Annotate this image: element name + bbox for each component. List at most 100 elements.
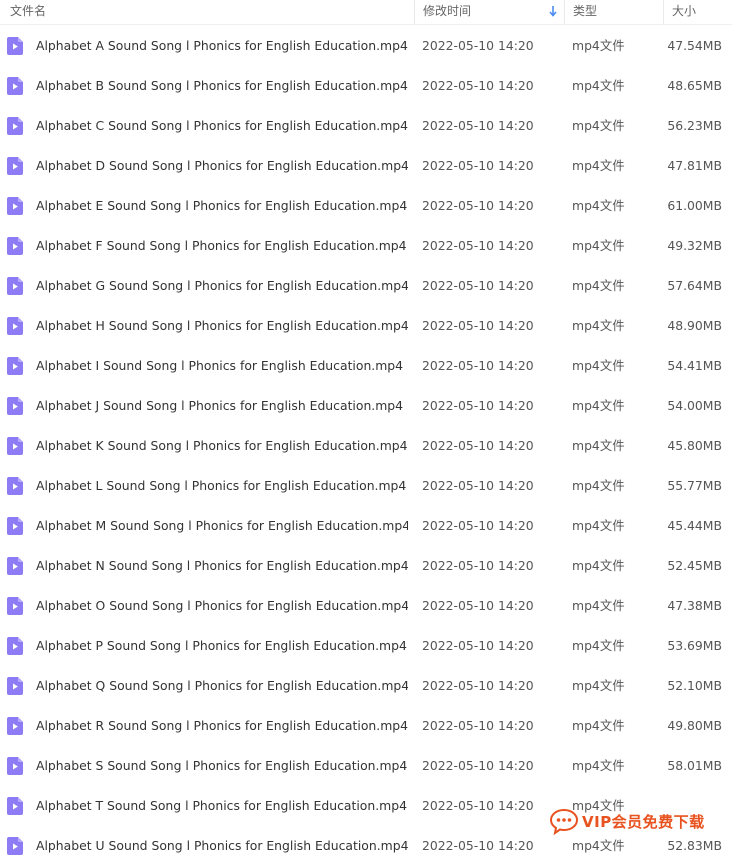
file-name[interactable]: Alphabet H Sound Song l Phonics for Engl… <box>36 306 408 346</box>
file-row[interactable]: Alphabet D Sound Song l Phonics for Engl… <box>0 146 732 186</box>
file-modified-date: 2022-05-10 14:20 <box>422 198 534 213</box>
file-modified-date: 2022-05-10 14:20 <box>422 478 534 493</box>
file-row[interactable]: Alphabet O Sound Song l Phonics for Engl… <box>0 586 732 626</box>
video-file-icon <box>7 717 23 735</box>
file-row[interactable]: Alphabet A Sound Song l Phonics for Engl… <box>0 26 732 66</box>
file-name[interactable]: Alphabet I Sound Song l Phonics for Engl… <box>36 346 408 386</box>
file-modified-date: 2022-05-10 14:20 <box>422 718 534 733</box>
file-type: mp4文件 <box>572 318 625 333</box>
video-file-icon <box>7 317 23 335</box>
file-name[interactable]: Alphabet Q Sound Song l Phonics for Engl… <box>36 666 408 706</box>
file-modified-date: 2022-05-10 14:20 <box>422 318 534 333</box>
file-modified-date: 2022-05-10 14:20 <box>422 598 534 613</box>
file-type: mp4文件 <box>572 478 625 493</box>
file-row[interactable]: Alphabet M Sound Song l Phonics for Engl… <box>0 506 732 546</box>
file-name[interactable]: Alphabet P Sound Song l Phonics for Engl… <box>36 626 408 666</box>
file-name[interactable]: Alphabet K Sound Song l Phonics for Engl… <box>36 426 408 466</box>
file-row[interactable]: Alphabet L Sound Song l Phonics for Engl… <box>0 466 732 506</box>
file-modified-date: 2022-05-10 14:20 <box>422 438 534 453</box>
file-name[interactable]: Alphabet E Sound Song l Phonics for Engl… <box>36 186 408 226</box>
file-size: 56.23MB <box>667 118 722 133</box>
file-name[interactable]: Alphabet R Sound Song l Phonics for Engl… <box>36 706 408 746</box>
video-file-icon <box>7 837 23 855</box>
file-modified-date: 2022-05-10 14:20 <box>422 798 534 813</box>
file-modified-date: 2022-05-10 14:20 <box>422 38 534 53</box>
file-name[interactable]: Alphabet J Sound Song l Phonics for Engl… <box>36 386 408 426</box>
file-row[interactable]: Alphabet P Sound Song l Phonics for Engl… <box>0 626 732 666</box>
file-row[interactable]: Alphabet I Sound Song l Phonics for Engl… <box>0 346 732 386</box>
column-header-size[interactable]: 大小 <box>663 0 732 24</box>
video-file-icon <box>7 397 23 415</box>
file-size: 47.81MB <box>667 158 722 173</box>
file-type: mp4文件 <box>572 558 625 573</box>
arrow-down-icon[interactable] <box>549 4 557 18</box>
file-modified-date: 2022-05-10 14:20 <box>422 238 534 253</box>
file-size: 52.10MB <box>667 678 722 693</box>
video-file-icon <box>7 277 23 295</box>
column-header-name[interactable]: 文件名 <box>4 0 414 24</box>
video-file-icon <box>7 117 23 135</box>
file-name[interactable]: Alphabet D Sound Song l Phonics for Engl… <box>36 146 408 186</box>
file-size: 49.80MB <box>667 718 722 733</box>
file-modified-date: 2022-05-10 14:20 <box>422 158 534 173</box>
file-type: mp4文件 <box>572 38 625 53</box>
file-type: mp4文件 <box>572 158 625 173</box>
file-size: 58.01MB <box>667 758 722 773</box>
file-name[interactable]: Alphabet B Sound Song l Phonics for Engl… <box>36 66 408 106</box>
file-name[interactable]: Alphabet G Sound Song l Phonics for Engl… <box>36 266 408 306</box>
column-header-type[interactable]: 类型 <box>564 0 663 24</box>
file-modified-date: 2022-05-10 14:20 <box>422 838 534 853</box>
file-row[interactable]: Alphabet F Sound Song l Phonics for Engl… <box>0 226 732 266</box>
file-name[interactable]: Alphabet U Sound Song l Phonics for Engl… <box>36 826 408 866</box>
video-file-icon <box>7 757 23 775</box>
column-header-date-label: 修改时间 <box>423 4 472 18</box>
column-header-date[interactable]: 修改时间 <box>414 0 564 24</box>
file-type: mp4文件 <box>572 358 625 373</box>
video-file-icon <box>7 557 23 575</box>
file-row[interactable]: Alphabet G Sound Song l Phonics for Engl… <box>0 266 732 306</box>
file-row[interactable]: Alphabet H Sound Song l Phonics for Engl… <box>0 306 732 346</box>
video-file-icon <box>7 357 23 375</box>
file-name[interactable]: Alphabet T Sound Song l Phonics for Engl… <box>36 786 408 826</box>
file-modified-date: 2022-05-10 14:20 <box>422 118 534 133</box>
file-name[interactable]: Alphabet N Sound Song l Phonics for Engl… <box>36 546 408 586</box>
file-type: mp4文件 <box>572 398 625 413</box>
file-modified-date: 2022-05-10 14:20 <box>422 358 534 373</box>
file-size: 47.54MB <box>667 38 722 53</box>
file-type: mp4文件 <box>572 678 625 693</box>
file-size: 45.44MB <box>667 518 722 533</box>
file-size: 48.90MB <box>667 318 722 333</box>
video-file-icon <box>7 77 23 95</box>
file-name[interactable]: Alphabet S Sound Song l Phonics for Engl… <box>36 746 408 786</box>
file-name[interactable]: Alphabet L Sound Song l Phonics for Engl… <box>36 466 408 506</box>
file-size: 48.65MB <box>667 78 722 93</box>
video-file-icon <box>7 477 23 495</box>
video-file-icon <box>7 797 23 815</box>
video-file-icon <box>7 637 23 655</box>
file-name[interactable]: Alphabet F Sound Song l Phonics for Engl… <box>36 226 408 266</box>
file-name[interactable]: Alphabet O Sound Song l Phonics for Engl… <box>36 586 408 626</box>
video-file-icon <box>7 517 23 535</box>
file-row[interactable]: Alphabet B Sound Song l Phonics for Engl… <box>0 66 732 106</box>
file-modified-date: 2022-05-10 14:20 <box>422 398 534 413</box>
file-modified-date: 2022-05-10 14:20 <box>422 638 534 653</box>
file-name[interactable]: Alphabet A Sound Song l Phonics for Engl… <box>36 26 408 66</box>
file-size: 47.38MB <box>667 598 722 613</box>
file-row[interactable]: Alphabet R Sound Song l Phonics for Engl… <box>0 706 732 746</box>
file-row[interactable]: Alphabet E Sound Song l Phonics for Engl… <box>0 186 732 226</box>
file-modified-date: 2022-05-10 14:20 <box>422 278 534 293</box>
column-header-type-label: 类型 <box>573 4 598 18</box>
watermark-text: VIP会员免费下载 <box>582 812 705 831</box>
file-row[interactable]: Alphabet S Sound Song l Phonics for Engl… <box>0 746 732 786</box>
file-row[interactable]: Alphabet C Sound Song l Phonics for Engl… <box>0 106 732 146</box>
file-name[interactable]: Alphabet M Sound Song l Phonics for Engl… <box>36 506 408 546</box>
file-name[interactable]: Alphabet C Sound Song l Phonics for Engl… <box>36 106 408 146</box>
file-row[interactable]: Alphabet J Sound Song l Phonics for Engl… <box>0 386 732 426</box>
video-file-icon <box>7 677 23 695</box>
file-size: 55.77MB <box>667 478 722 493</box>
file-modified-date: 2022-05-10 14:20 <box>422 558 534 573</box>
file-row[interactable]: Alphabet N Sound Song l Phonics for Engl… <box>0 546 732 586</box>
file-row[interactable]: Alphabet Q Sound Song l Phonics for Engl… <box>0 666 732 706</box>
file-row[interactable]: Alphabet K Sound Song l Phonics for Engl… <box>0 426 732 466</box>
video-file-icon <box>7 237 23 255</box>
